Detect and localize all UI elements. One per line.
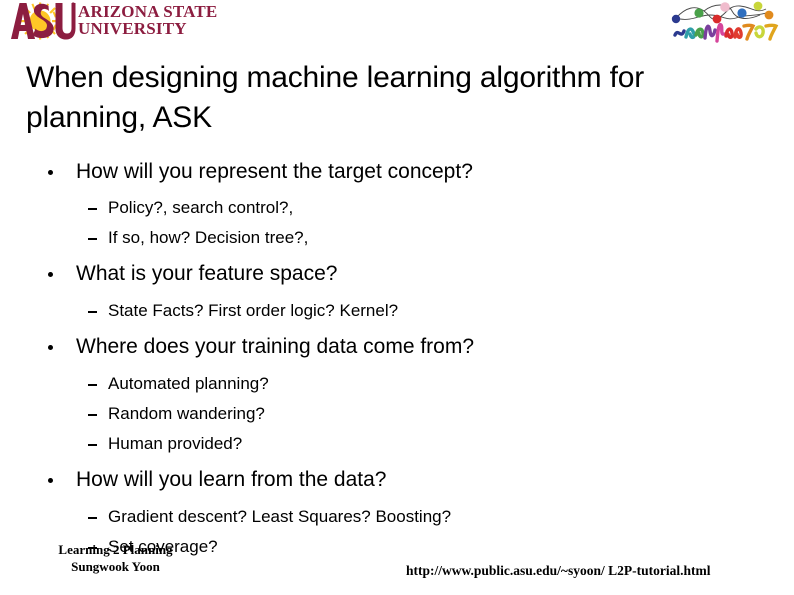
bullet-dash-icon — [88, 444, 97, 446]
bullet-level2: Policy?, search control?, — [0, 193, 794, 223]
bullet-level2: Human provided? — [0, 429, 794, 459]
bullet-dash-icon — [88, 238, 97, 240]
bullet-dot-icon — [48, 345, 53, 350]
bullet-text: Where does your training data come from? — [76, 335, 475, 358]
asu-wordmark-line-2: UNIVERSITY — [78, 19, 187, 38]
bullet-level2: State Facts? First order logic? Kernel? — [0, 296, 794, 326]
bullet-text: Gradient descent? Least Squares? Boostin… — [108, 507, 452, 526]
bullet-level1: What is your feature space? — [0, 258, 794, 290]
bullet-dash-icon — [88, 384, 97, 386]
bullet-text: How will you represent the target concep… — [76, 160, 473, 183]
bullet-dash-icon — [88, 517, 97, 519]
bullet-dot-icon — [48, 478, 53, 483]
bullet-text: State Facts? First order logic? Kernel? — [108, 301, 399, 320]
slide-body: How will you represent the target concep… — [0, 156, 794, 562]
bullet-level2: Automated planning? — [0, 369, 794, 399]
bullet-text: Policy?, search control?, — [108, 198, 294, 217]
asu-pitchfork-sunburst-icon — [10, 2, 76, 40]
bullet-dash-icon — [88, 208, 97, 210]
bullet-text: Random wandering? — [108, 404, 265, 423]
bullet-dash-icon — [88, 311, 97, 313]
bullet-dot-icon — [48, 272, 53, 277]
bullet-text: If so, how? Decision tree?, — [108, 228, 309, 247]
slide-header: ARIZONA STATE UNIVERSITY — [0, 0, 794, 46]
bullet-level2: If so, how? Decision tree?, — [0, 223, 794, 253]
bullet-text: How will you learn from the data? — [76, 468, 387, 491]
asu-wordmark-line-1: ARIZONA STATE — [78, 2, 218, 21]
asu-wordmark: ARIZONA STATE UNIVERSITY — [78, 2, 217, 37]
bullet-level1: How will you represent the target concep… — [0, 156, 794, 188]
bullet-dash-icon — [88, 414, 97, 416]
bullet-level2: Gradient descent? Least Squares? Boostin… — [0, 502, 794, 532]
bullet-text: Automated planning? — [108, 374, 269, 393]
bullet-dot-icon — [48, 170, 53, 175]
bullet-text: Human provided? — [108, 434, 243, 453]
bullet-text: What is your feature space? — [76, 262, 338, 285]
bullet-level2: Random wandering? — [0, 399, 794, 429]
icaps-2007-conference-logo-icon — [670, 1, 780, 45]
asu-logo: ARIZONA STATE UNIVERSITY — [10, 2, 217, 42]
slide: ARIZONA STATE UNIVERSITY When designing … — [0, 0, 794, 595]
slide-title: When designing machine learning algorith… — [26, 61, 645, 134]
bullet-level1: How will you learn from the data? — [0, 464, 794, 496]
footer-url[interactable]: http://www.public.asu.edu/~syoon/ L2P-tu… — [406, 562, 710, 579]
footer-left: Learning 2 Planning Sungwook Yoon — [33, 541, 198, 575]
bullet-level1: Where does your training data come from? — [0, 331, 794, 363]
footer-author-name: Sungwook Yoon — [71, 559, 160, 574]
footer-tutorial-title: Learning 2 Planning — [58, 542, 173, 557]
